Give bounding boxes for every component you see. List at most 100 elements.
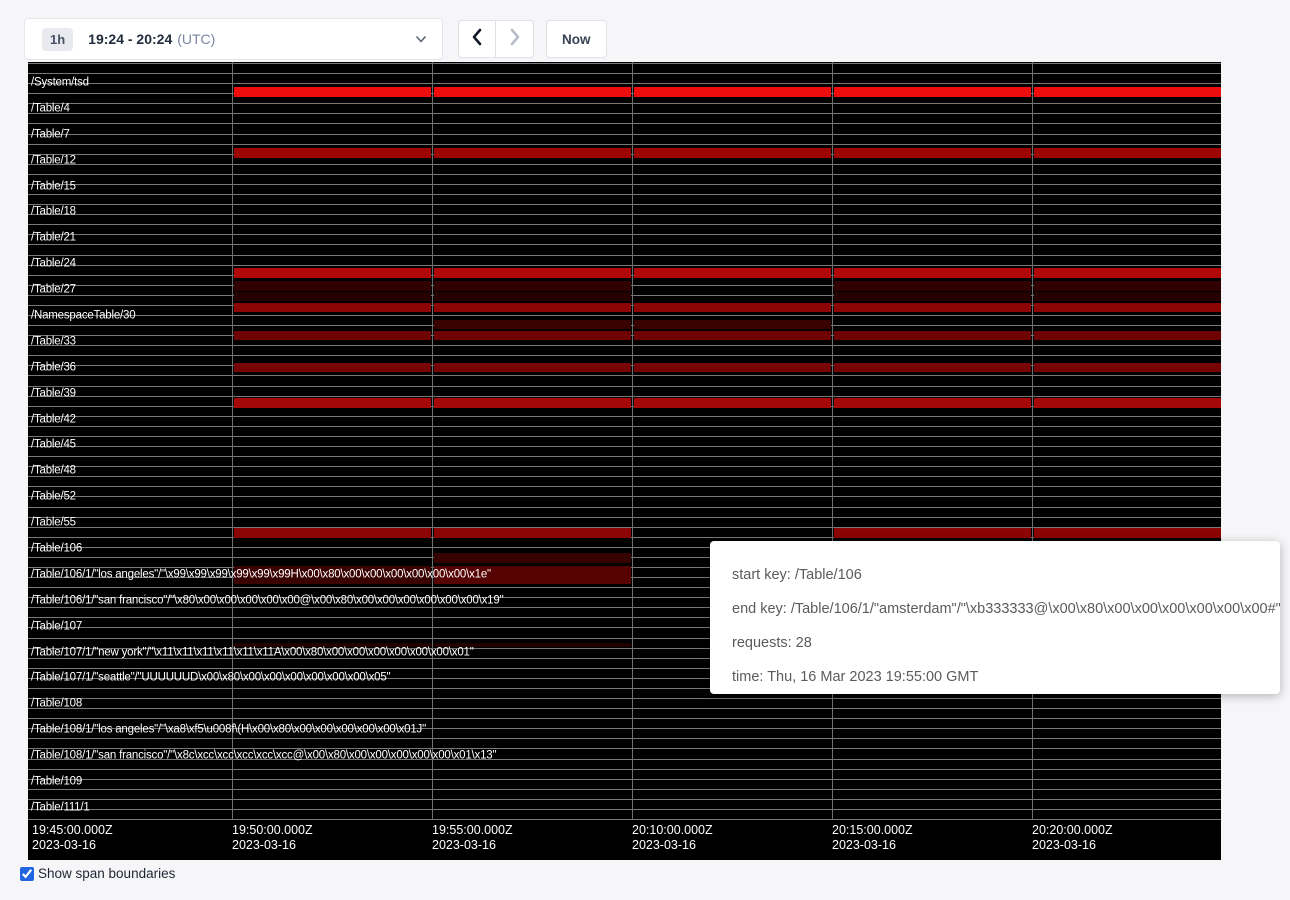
heat-band	[1034, 281, 1221, 291]
span-boundary-line	[28, 204, 1221, 205]
heat-band	[434, 553, 631, 563]
span-boundary-line	[28, 496, 1221, 497]
span-boundary-line	[28, 718, 1221, 719]
row-label: /Table/106/1/"los angeles"/"\x99\x99\x99…	[31, 568, 491, 581]
span-boundary-line	[28, 244, 1221, 245]
heat-band	[1034, 398, 1221, 408]
row-label: /Table/108/1/"los angeles"/"\xa8\xf5\u00…	[31, 724, 426, 737]
span-boundary-line	[28, 265, 1221, 266]
heat-band	[1034, 331, 1221, 340]
span-boundary-line	[28, 799, 1221, 800]
row-label: /Table/7	[31, 128, 70, 141]
span-boundary-line	[28, 386, 1221, 387]
span-boundary-line	[28, 224, 1221, 225]
x-axis-label: 20:10:00.000Z2023-03-16	[632, 823, 713, 853]
row-label: /Table/45	[31, 439, 76, 452]
heat-band	[434, 292, 631, 301]
row-label: /Table/12	[31, 154, 76, 167]
row-label: /Table/106	[31, 543, 82, 556]
heat-band	[234, 398, 431, 408]
time-grid-line	[1032, 62, 1033, 820]
row-label: /Table/109	[31, 776, 82, 789]
span-boundary-line	[28, 83, 1221, 84]
span-boundary-line	[28, 315, 1221, 316]
heat-band	[634, 331, 831, 340]
time-grid-line	[232, 62, 233, 820]
heat-band	[634, 398, 831, 408]
heat-band	[834, 292, 1031, 301]
span-boundary-line	[28, 507, 1221, 508]
row-label: /Table/107/1/"new york"/"\x11\x11\x11\x1…	[31, 646, 474, 659]
heat-band	[634, 268, 831, 278]
chevron-down-icon	[414, 32, 428, 51]
heat-band	[434, 281, 631, 291]
span-boundary-line	[28, 809, 1221, 810]
key-visualizer-canvas[interactable]: /System/tsd/Table/4/Table/7/Table/12/Tab…	[28, 62, 1221, 860]
next-time-button[interactable]	[496, 20, 534, 58]
chevron-right-icon	[507, 28, 523, 51]
heat-band	[1034, 292, 1221, 301]
span-boundary-line	[28, 144, 1221, 145]
heat-band	[1034, 363, 1221, 373]
span-boundary-line	[28, 63, 1221, 64]
span-boundary-line	[28, 779, 1221, 780]
time-range-badge: 1h	[42, 28, 73, 51]
span-boundary-line	[28, 255, 1221, 256]
show-span-boundaries-checkbox[interactable]	[20, 867, 34, 881]
heat-band	[434, 148, 631, 158]
heat-band	[634, 363, 831, 373]
heat-band	[634, 320, 831, 329]
heat-band	[434, 87, 631, 98]
heat-band	[834, 363, 1031, 373]
time-range-selector[interactable]: 1h 19:24 - 20:24 (UTC)	[24, 18, 443, 60]
row-label: /Table/52	[31, 491, 76, 504]
span-boundary-line	[28, 396, 1221, 397]
row-label: /Table/108/1/"san francisco"/"\x8c\xcc\x…	[31, 750, 496, 763]
row-label: /Table/108	[31, 698, 82, 711]
heat-band	[434, 398, 631, 408]
row-label: /Table/39	[31, 387, 76, 400]
show-span-boundaries-label[interactable]: Show span boundaries	[38, 866, 175, 881]
heat-band	[234, 87, 431, 98]
row-label: /Table/15	[31, 180, 76, 193]
row-label: /Table/36	[31, 361, 76, 374]
row-label: /Table/42	[31, 413, 76, 426]
heat-band	[434, 528, 631, 538]
row-label: /Table/106/1/"san francisco"/"\x80\x00\x…	[31, 594, 503, 607]
time-grid-line	[632, 62, 633, 820]
span-boundary-line	[28, 426, 1221, 427]
tooltip-line: start key: /Table/106	[732, 565, 1280, 585]
heat-band	[434, 363, 631, 373]
heat-band	[834, 331, 1031, 340]
span-boundary-line	[28, 456, 1221, 457]
heat-band	[834, 281, 1031, 291]
heat-band	[234, 363, 431, 373]
heat-band	[434, 303, 631, 312]
heat-band	[434, 320, 631, 329]
heat-band	[234, 303, 431, 312]
heat-band	[234, 292, 431, 301]
heat-band	[1034, 148, 1221, 158]
row-label: /NamespaceTable/30	[31, 310, 135, 323]
span-boundary-line	[28, 375, 1221, 376]
toolbar: 1h 19:24 - 20:24 (UTC) Now	[0, 0, 1290, 62]
span-boundary-line	[28, 134, 1221, 135]
span-boundary-line	[28, 698, 1221, 699]
heat-band	[834, 268, 1031, 278]
now-button[interactable]: Now	[546, 20, 607, 58]
x-axis-label: 20:20:00.000Z2023-03-16	[1032, 823, 1113, 853]
heat-band	[834, 148, 1031, 158]
span-boundary-line	[28, 708, 1221, 709]
x-axis-label: 19:45:00.000Z2023-03-16	[32, 823, 113, 853]
span-boundary-line	[28, 738, 1221, 739]
tooltip-line: time: Thu, 16 Mar 2023 19:55:00 GMT	[732, 667, 1280, 687]
heat-band	[1034, 268, 1221, 278]
x-axis-label: 19:55:00.000Z2023-03-16	[432, 823, 513, 853]
heat-band	[234, 268, 431, 278]
x-axis-label: 20:15:00.000Z2023-03-16	[832, 823, 913, 853]
span-boundary-line	[28, 164, 1221, 165]
previous-time-button[interactable]	[458, 20, 496, 58]
heat-band	[234, 331, 431, 340]
span-boundary-line	[28, 103, 1221, 104]
tooltip-line: end key: /Table/106/1/"amsterdam"/"\xb33…	[732, 599, 1280, 619]
